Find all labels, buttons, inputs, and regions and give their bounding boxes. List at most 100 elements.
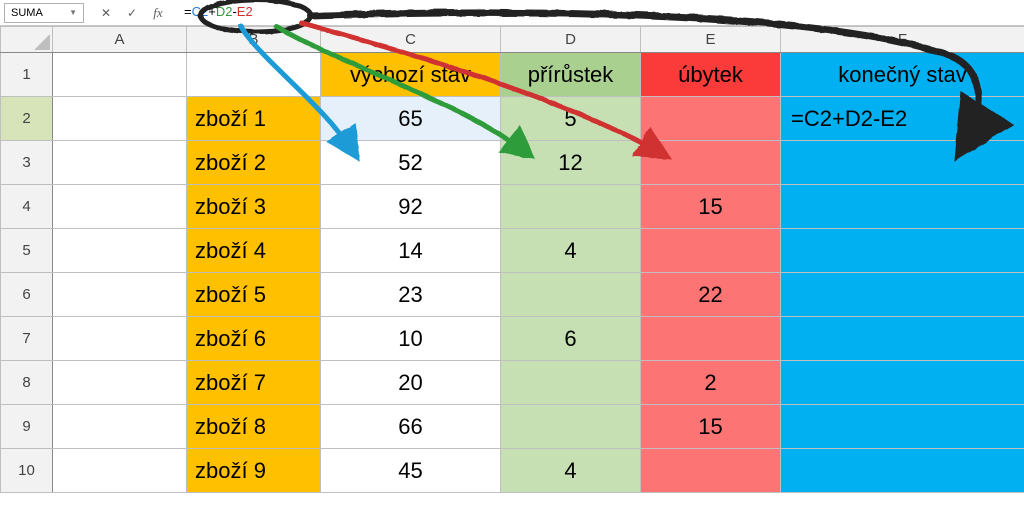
cell-C6[interactable]: 23 <box>321 273 501 317</box>
cell-A7[interactable] <box>53 317 187 361</box>
col-header-C[interactable]: C <box>321 27 501 53</box>
cell-D7[interactable]: 6 <box>501 317 641 361</box>
confirm-formula-icon[interactable]: ✓ <box>124 5 140 21</box>
cell-F9[interactable] <box>781 405 1024 449</box>
col-header-B[interactable]: B <box>187 27 321 53</box>
cell-B4[interactable]: zboží 3 <box>187 185 321 229</box>
cell-C1[interactable]: výchozí stav <box>321 53 501 97</box>
col-header-D[interactable]: D <box>501 27 641 53</box>
cell-E1[interactable]: úbytek <box>641 53 781 97</box>
col-header-A[interactable]: A <box>53 27 187 53</box>
cell-E9[interactable]: 15 <box>641 405 781 449</box>
cancel-formula-icon[interactable]: ✕ <box>98 5 114 21</box>
table-row: 5 zboží 4 14 4 <box>1 229 1024 273</box>
table-row: 10 zboží 9 45 4 <box>1 449 1024 493</box>
table-row: 9 zboží 8 66 15 <box>1 405 1024 449</box>
cell-D2[interactable]: 5 <box>501 97 641 141</box>
formula-op-plus: + <box>208 4 216 19</box>
select-all-corner[interactable] <box>1 27 53 53</box>
cell-E10[interactable] <box>641 449 781 493</box>
cell-A1[interactable] <box>53 53 187 97</box>
cell-C10[interactable]: 45 <box>321 449 501 493</box>
table-row: 2 zboží 1 65 5 =C2+D2-E2 <box>1 97 1024 141</box>
cell-C2[interactable]: 65 <box>321 97 501 141</box>
cell-C3[interactable]: 52 <box>321 141 501 185</box>
formula-bar-buttons: ✕ ✓ fx <box>88 5 176 21</box>
formula-ref-c: C2 <box>192 4 209 19</box>
cell-D4[interactable] <box>501 185 641 229</box>
cell-F8[interactable] <box>781 361 1024 405</box>
cell-D6[interactable] <box>501 273 641 317</box>
cell-A4[interactable] <box>53 185 187 229</box>
table-row: 3 zboží 2 52 12 <box>1 141 1024 185</box>
formula-bar: SUMA ▼ ✕ ✓ fx =C2+D2-E2 <box>0 0 1024 26</box>
cell-F3[interactable] <box>781 141 1024 185</box>
row-header-10[interactable]: 10 <box>1 449 53 493</box>
row-header-6[interactable]: 6 <box>1 273 53 317</box>
cell-E3[interactable] <box>641 141 781 185</box>
cell-E4[interactable]: 15 <box>641 185 781 229</box>
cell-B8[interactable]: zboží 7 <box>187 361 321 405</box>
cell-B5[interactable]: zboží 4 <box>187 229 321 273</box>
name-box[interactable]: SUMA ▼ <box>4 3 84 23</box>
cell-A3[interactable] <box>53 141 187 185</box>
table-row: 8 zboží 7 20 2 <box>1 361 1024 405</box>
cell-E7[interactable] <box>641 317 781 361</box>
table-row: 4 zboží 3 92 15 <box>1 185 1024 229</box>
cell-D10[interactable]: 4 <box>501 449 641 493</box>
row-header-3[interactable]: 3 <box>1 141 53 185</box>
cell-F10[interactable] <box>781 449 1024 493</box>
row-header-9[interactable]: 9 <box>1 405 53 449</box>
cell-D3[interactable]: 12 <box>501 141 641 185</box>
cell-C4[interactable]: 92 <box>321 185 501 229</box>
row-header-8[interactable]: 8 <box>1 361 53 405</box>
cell-E2[interactable] <box>641 97 781 141</box>
formula-text: =C2+D2-E2 <box>184 4 253 19</box>
cell-B9[interactable]: zboží 8 <box>187 405 321 449</box>
cell-C9[interactable]: 66 <box>321 405 501 449</box>
cell-B6[interactable]: zboží 5 <box>187 273 321 317</box>
cell-F2[interactable]: =C2+D2-E2 <box>781 97 1024 141</box>
cell-C7[interactable]: 10 <box>321 317 501 361</box>
cell-A10[interactable] <box>53 449 187 493</box>
formula-ref-d: D2 <box>216 4 233 19</box>
cell-F4[interactable] <box>781 185 1024 229</box>
table-row: 7 zboží 6 10 6 <box>1 317 1024 361</box>
cell-B2[interactable]: zboží 1 <box>187 97 321 141</box>
cell-D9[interactable] <box>501 405 641 449</box>
cell-B1[interactable] <box>187 53 321 97</box>
cell-E6[interactable]: 22 <box>641 273 781 317</box>
cell-C5[interactable]: 14 <box>321 229 501 273</box>
row-header-7[interactable]: 7 <box>1 317 53 361</box>
cell-A2[interactable] <box>53 97 187 141</box>
formula-ref-e: E2 <box>237 4 253 19</box>
row-header-1[interactable]: 1 <box>1 53 53 97</box>
cell-E8[interactable]: 2 <box>641 361 781 405</box>
col-header-F[interactable]: F <box>781 27 1024 53</box>
row-header-2[interactable]: 2 <box>1 97 53 141</box>
cell-F7[interactable] <box>781 317 1024 361</box>
cell-E5[interactable] <box>641 229 781 273</box>
cell-D8[interactable] <box>501 361 641 405</box>
name-box-value: SUMA <box>11 7 43 19</box>
cell-F1[interactable]: konečný stav <box>781 53 1024 97</box>
cell-F5[interactable] <box>781 229 1024 273</box>
grid[interactable]: A B C D E F 1 výchozí stav přírůstek úby… <box>0 26 1024 493</box>
row-header-4[interactable]: 4 <box>1 185 53 229</box>
cell-F6[interactable] <box>781 273 1024 317</box>
cell-A9[interactable] <box>53 405 187 449</box>
cell-D1[interactable]: přírůstek <box>501 53 641 97</box>
cell-B10[interactable]: zboží 9 <box>187 449 321 493</box>
table-row: 1 výchozí stav přírůstek úbytek konečný … <box>1 53 1024 97</box>
cell-A5[interactable] <box>53 229 187 273</box>
col-header-E[interactable]: E <box>641 27 781 53</box>
cell-A8[interactable] <box>53 361 187 405</box>
cell-B7[interactable]: zboží 6 <box>187 317 321 361</box>
cell-A6[interactable] <box>53 273 187 317</box>
cell-D5[interactable]: 4 <box>501 229 641 273</box>
fx-icon[interactable]: fx <box>150 5 166 21</box>
cell-C8[interactable]: 20 <box>321 361 501 405</box>
row-header-5[interactable]: 5 <box>1 229 53 273</box>
formula-input[interactable]: =C2+D2-E2 <box>180 3 1020 23</box>
cell-B3[interactable]: zboží 2 <box>187 141 321 185</box>
